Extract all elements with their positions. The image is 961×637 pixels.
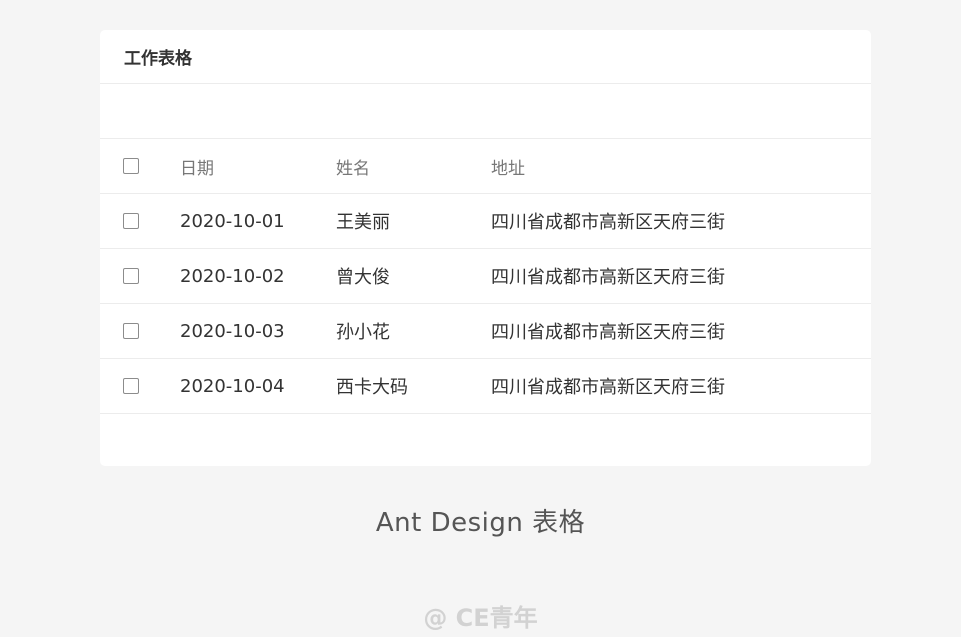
cell-address: 四川省成都市高新区天府三街	[491, 377, 725, 398]
table-footer	[100, 414, 871, 468]
column-header-name[interactable]: 姓名	[336, 154, 370, 179]
cell-name: 曾大俊	[336, 267, 390, 288]
card-title: 工作表格	[124, 49, 192, 69]
cell-name: 王美丽	[336, 212, 390, 233]
table-row[interactable]: 2020-10-02 曾大俊 四川省成都市高新区天府三街	[100, 249, 871, 304]
row-checkbox[interactable]	[123, 268, 139, 284]
cell-date: 2020-10-01	[180, 210, 285, 232]
cell-date: 2020-10-03	[180, 320, 285, 342]
cell-name: 西卡大码	[336, 377, 408, 398]
row-checkbox[interactable]	[123, 213, 139, 229]
table-card: 工作表格 日期 姓名 地址 2020-10-01 王美丽 四川省成都市高新区天府…	[100, 30, 871, 466]
table-row[interactable]: 2020-10-04 西卡大码 四川省成都市高新区天府三街	[100, 359, 871, 414]
cell-address: 四川省成都市高新区天府三街	[491, 267, 725, 288]
cell-name: 孙小花	[336, 322, 390, 343]
table-row[interactable]: 2020-10-03 孙小花 四川省成都市高新区天府三街	[100, 304, 871, 359]
toolbar-area	[100, 84, 871, 139]
select-all-checkbox[interactable]	[123, 158, 139, 174]
column-header-date[interactable]: 日期	[180, 154, 214, 179]
cell-address: 四川省成都市高新区天府三街	[491, 322, 725, 343]
row-checkbox[interactable]	[123, 378, 139, 394]
row-checkbox[interactable]	[123, 323, 139, 339]
cell-address: 四川省成都市高新区天府三街	[491, 212, 725, 233]
card-header: 工作表格	[100, 30, 871, 84]
cell-date: 2020-10-02	[180, 265, 285, 287]
table-header-row: 日期 姓名 地址	[100, 139, 871, 194]
table-row[interactable]: 2020-10-01 王美丽 四川省成都市高新区天府三街	[100, 194, 871, 249]
column-header-address[interactable]: 地址	[491, 154, 525, 179]
watermark: @ CE青年	[423, 604, 538, 632]
caption: Ant Design 表格	[375, 508, 586, 538]
cell-date: 2020-10-04	[180, 375, 285, 397]
